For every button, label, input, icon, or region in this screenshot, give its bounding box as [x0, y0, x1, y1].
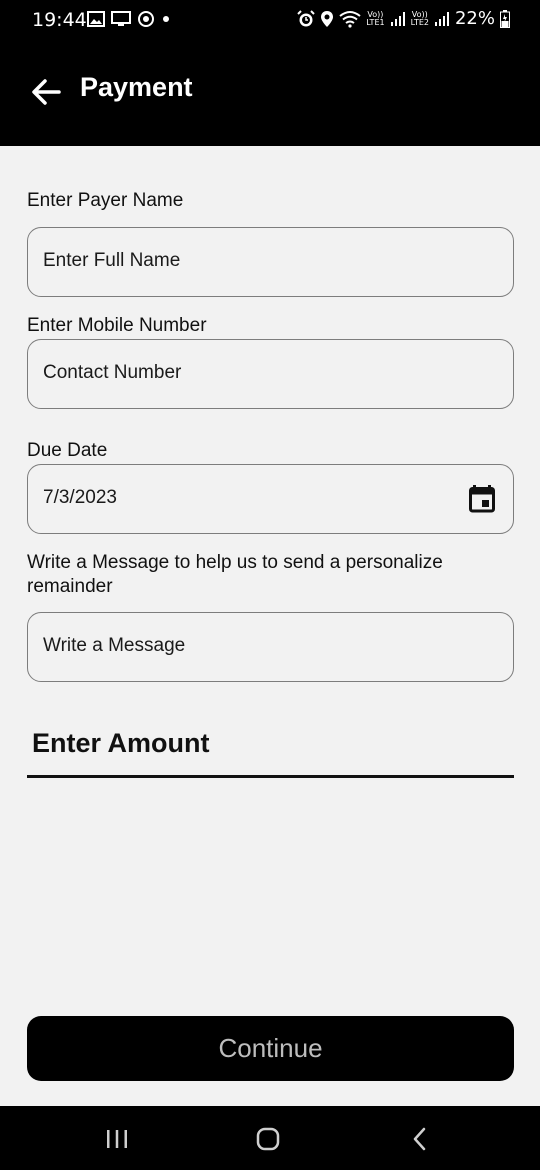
recent-apps-button[interactable] [102, 1124, 132, 1154]
system-nav-bar [0, 1106, 540, 1170]
app-bar: Payment [0, 40, 540, 146]
back-button[interactable] [28, 74, 64, 110]
wifi-icon [339, 10, 361, 28]
sync-icon [138, 11, 154, 27]
page-title: Payment [80, 72, 193, 102]
signal-icon [390, 11, 405, 26]
battery-charging-icon [500, 9, 510, 28]
home-icon [256, 1127, 280, 1151]
payer-name-placeholder: Enter Full Name [43, 250, 181, 271]
due-date-label: Due Date [27, 440, 108, 461]
signal-icon [434, 11, 449, 26]
screen-cast-icon [111, 11, 131, 26]
location-icon [321, 10, 334, 27]
back-arrow-icon [32, 79, 61, 105]
dot-icon [163, 16, 169, 22]
status-left-icons [87, 10, 171, 28]
gallery-icon [87, 11, 105, 27]
alarm-icon [297, 9, 315, 26]
mobile-number-input[interactable]: Contact Number [27, 339, 514, 409]
continue-button[interactable]: Continue [27, 1016, 514, 1081]
back-icon [413, 1127, 426, 1151]
payer-name-input[interactable]: Enter Full Name [27, 227, 514, 297]
lte1-indicator: Vo)) LTE1 [366, 9, 385, 27]
mobile-number-placeholder: Contact Number [43, 362, 182, 383]
due-date-field[interactable]: 7/3/2023 [27, 464, 514, 534]
nav-back-button[interactable] [405, 1124, 435, 1154]
mobile-number-label: Enter Mobile Number [27, 315, 207, 336]
status-right-icons: Vo)) LTE1 Vo)) LTE2 22% [297, 8, 510, 29]
message-input[interactable]: Write a Message [27, 612, 514, 682]
message-label: Write a Message to help us to send a per… [27, 552, 443, 597]
amount-input[interactable]: Enter Amount [32, 728, 210, 759]
status-time: 19:44 [32, 9, 87, 31]
lte2-indicator: Vo)) LTE2 [410, 9, 429, 27]
battery-percent: 22% [454, 8, 495, 29]
continue-button-label: Continue [218, 1033, 323, 1063]
payer-name-label: Enter Payer Name [27, 190, 184, 211]
calendar-icon[interactable] [469, 485, 495, 513]
amount-underline [27, 775, 514, 778]
recent-apps-icon [107, 1130, 127, 1148]
status-bar: 19:44 Vo)) LTE1 Vo)) LTE2 22% [0, 0, 540, 40]
home-button[interactable] [253, 1124, 283, 1154]
message-placeholder: Write a Message [43, 635, 186, 656]
due-date-value: 7/3/2023 [43, 487, 117, 508]
